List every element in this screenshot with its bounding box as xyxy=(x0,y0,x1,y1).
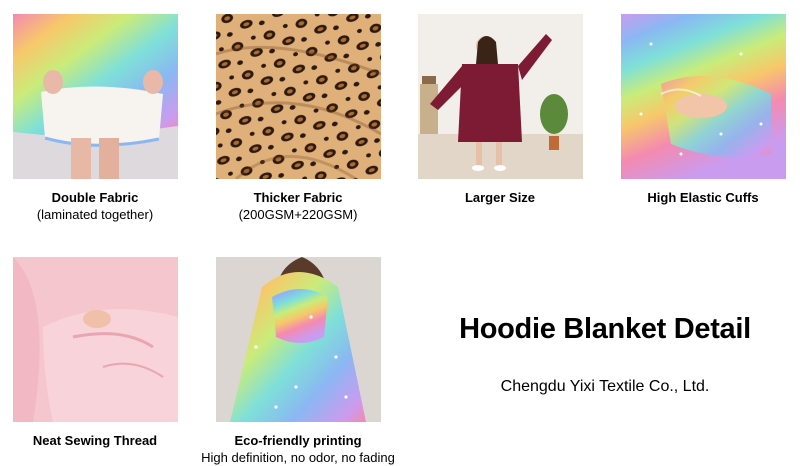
caption-title: High Elastic Cuffs xyxy=(647,190,759,205)
caption-title: Thicker Fabric xyxy=(253,190,343,205)
caption-eco-friendly-printing: Eco-friendly printing High definition, n… xyxy=(198,432,398,466)
product-image-double-fabric xyxy=(13,14,178,179)
product-image-larger-size xyxy=(418,14,583,179)
caption-title: Larger Size xyxy=(464,190,536,205)
caption-title: Eco-friendly printing xyxy=(234,433,362,448)
caption-high-elastic-cuffs: High Elastic Cuffs xyxy=(603,189,800,206)
caption-subtitle: (200GSM+220GSM) xyxy=(238,207,358,222)
caption-title: Double Fabric xyxy=(51,190,139,205)
product-image-neat-sewing-thread xyxy=(13,257,178,422)
product-image-high-elastic-cuffs xyxy=(621,14,786,179)
caption-subtitle: High definition, no odor, no fading xyxy=(201,450,395,465)
product-image-eco-friendly-printing xyxy=(216,257,381,422)
caption-thicker-fabric: Thicker Fabric (200GSM+220GSM) xyxy=(198,189,398,223)
caption-neat-sewing-thread: Neat Sewing Thread xyxy=(0,432,195,449)
product-image-thicker-fabric xyxy=(216,14,381,179)
caption-title: Neat Sewing Thread xyxy=(32,433,158,448)
caption-double-fabric: Double Fabric (laminated together) xyxy=(0,189,195,223)
caption-subtitle: (laminated together) xyxy=(36,207,154,222)
page-title: Hoodie Blanket Detail xyxy=(459,313,751,345)
company-name: Chengdu Yixi Textile Co., Ltd. xyxy=(500,378,710,395)
caption-larger-size: Larger Size xyxy=(400,189,600,206)
